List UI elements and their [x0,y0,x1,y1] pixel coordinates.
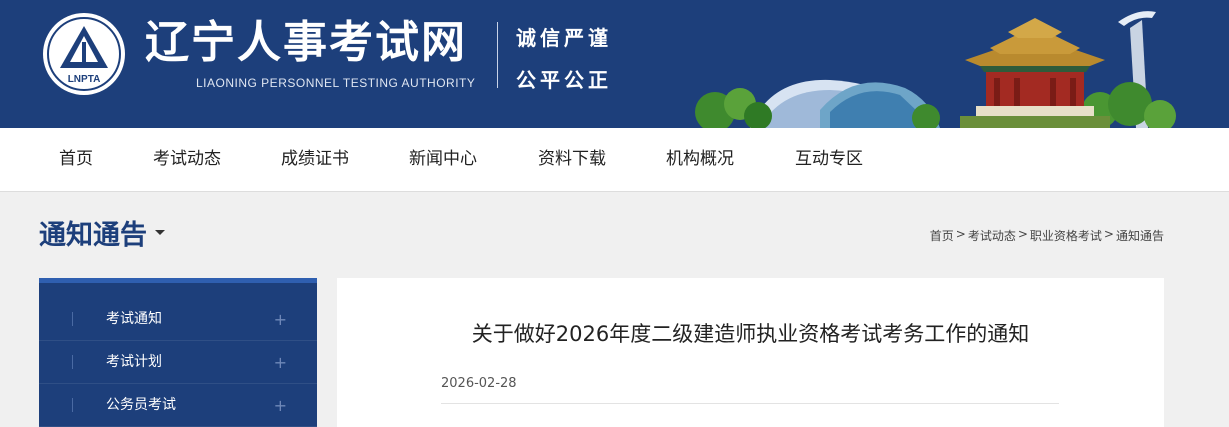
page-title-text: 通知通告 [39,220,147,251]
breadcrumb-exam-news[interactable]: 考试动态 [968,227,1016,244]
article-divider [441,403,1059,404]
sidebar-item-label: 考试通知 [106,311,162,327]
site-subtitle: LIAONING PERSONNEL TESTING AUTHORITY [196,76,476,90]
article-date: 2026-02-28 [441,376,517,391]
caret-down-icon [155,230,165,235]
nav-item-interaction[interactable]: 互动专区 [795,128,863,192]
sidebar-item-marker [72,355,73,369]
motto-line-2: 公平公正 [516,68,612,92]
nav-item-home[interactable]: 首页 [59,128,93,192]
plus-icon[interactable]: + [274,341,287,384]
breadcrumb-notices[interactable]: 通知通告 [1116,227,1164,244]
page-title[interactable]: 通知通告 [39,213,165,252]
breadcrumb: 首页 > 考试动态 > 职业资格考试 > 通知通告 [930,227,1164,244]
article-panel: 关于做好2026年度二级建造师执业资格考试考务工作的通知 2026-02-28 [337,278,1164,427]
site-title[interactable]: 辽宁人事考试网 [145,14,467,72]
plus-icon[interactable]: + [274,298,287,341]
breadcrumb-separator: > [955,227,966,241]
breadcrumb-professional-exams[interactable]: 职业资格考试 [1030,227,1102,244]
sidebar-item-civil-service-exams[interactable]: 公务员考试 + [39,384,317,427]
sidebar: 考试通知 + 考试计划 + 公务员考试 + [39,278,317,427]
sidebar-item-label: 公务员考试 [106,397,176,413]
nav-item-about[interactable]: 机构概况 [666,128,734,192]
landmark-illustration [695,11,1176,128]
sidebar-item-label: 考试计划 [106,354,162,370]
motto-line-1: 诚信严谨 [516,26,612,50]
main-nav: 首页 考试动态 成绩证书 新闻中心 资料下载 机构概况 互动专区 [0,128,1229,192]
sidebar-item-marker [72,398,73,412]
nav-item-news-center[interactable]: 新闻中心 [409,128,477,192]
header-banner: LNPTA 辽宁人事考试网 LIAONING PERSONNEL TESTING… [0,0,1229,128]
lnpta-logo[interactable]: LNPTA [42,12,126,96]
logo-text: LNPTA [68,74,101,85]
plus-icon[interactable]: + [274,384,287,427]
breadcrumb-separator: > [1017,227,1028,241]
sidebar-item-exam-plans[interactable]: 考试计划 + [39,341,317,384]
nav-item-scores-certificates[interactable]: 成绩证书 [281,128,349,192]
sidebar-item-marker [72,312,73,326]
nav-item-downloads[interactable]: 资料下载 [538,128,606,192]
nav-item-exam-news[interactable]: 考试动态 [153,128,221,192]
breadcrumb-separator: > [1103,227,1114,241]
article-title: 关于做好2026年度二级建造师执业资格考试考务工作的通知 [471,322,1030,346]
header-divider [497,22,498,88]
breadcrumb-home[interactable]: 首页 [930,227,954,244]
sidebar-item-exam-notices[interactable]: 考试通知 + [39,298,317,341]
